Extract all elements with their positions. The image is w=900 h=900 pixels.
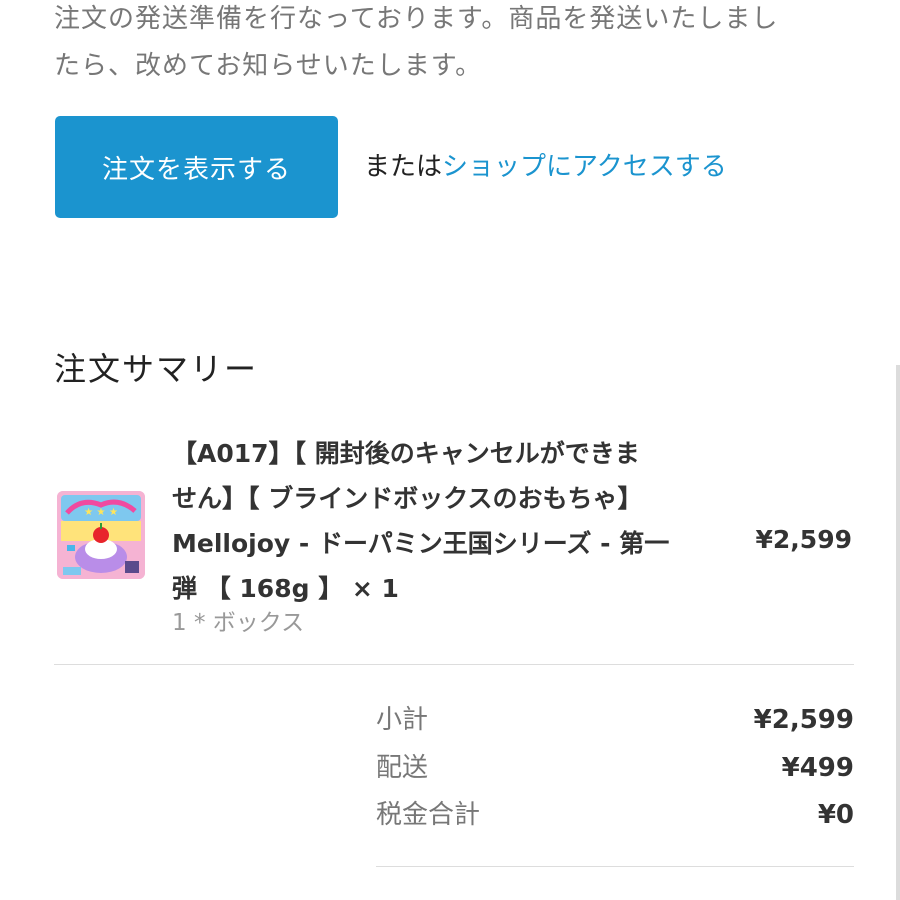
order-confirmation-page: 注文の発送準備を行なっております。商品を発送いたしまし たら、改めてお知らせいた… [0, 0, 900, 900]
shipping-value: ¥499 [781, 753, 854, 783]
divider [54, 664, 854, 665]
divider [376, 866, 854, 867]
alternative-action: またはショップにアクセスする [364, 146, 727, 188]
product-title: 【A017】【 開封後のキャンセルができま せん】【 ブラインドボックスのおもち… [172, 431, 742, 611]
shipping-row: 配送 ¥499 [376, 745, 854, 791]
order-summary-title: 注文サマリー [54, 350, 259, 388]
svg-text:★ ★ ★: ★ ★ ★ [84, 507, 118, 518]
shipping-notice-line-1: 注文の発送準備を行なっております。商品を発送いたしまし [54, 4, 779, 34]
or-text: または [364, 152, 443, 182]
tax-label: 税金合計 [376, 800, 481, 830]
product-title-line: 【A017】【 開封後のキャンセルができま [172, 439, 640, 468]
scrollbar[interactable] [896, 365, 900, 900]
subtotal-value: ¥2,599 [753, 705, 854, 735]
tax-row: 税金合計 ¥0 [376, 792, 854, 838]
product-image: ★ ★ ★ [57, 491, 145, 579]
view-order-button[interactable]: 注文を表示する [55, 116, 338, 218]
shipping-notice: 注文の発送準備を行なっております。商品を発送いたしまし たら、改めてお知らせいた… [54, 0, 874, 90]
product-title-line: せん】【 ブラインドボックスのおもちゃ】 [172, 484, 643, 513]
shipping-label: 配送 [376, 753, 429, 783]
view-order-button-label: 注文を表示する [101, 154, 291, 185]
subtotal-label: 小計 [376, 705, 429, 735]
subtotal-row: 小計 ¥2,599 [376, 697, 854, 743]
visit-shop-link[interactable]: ショップにアクセスする [442, 152, 727, 182]
tax-value: ¥0 [817, 800, 854, 830]
product-variant: 1 * ボックス [172, 610, 305, 636]
product-price: ¥2,599 [755, 525, 852, 554]
product-title-line: Mellojoy - ドーパミン王国シリーズ - 第一 [172, 529, 670, 558]
shipping-notice-line-2: たら、改めてお知らせいたします。 [54, 51, 483, 81]
